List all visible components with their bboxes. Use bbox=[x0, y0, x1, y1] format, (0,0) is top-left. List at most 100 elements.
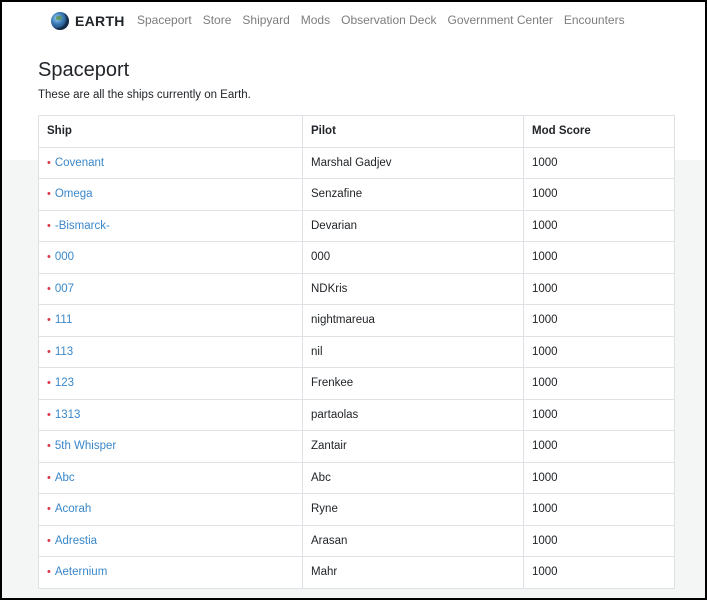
nav-link-spaceport[interactable]: Spaceport bbox=[137, 13, 192, 27]
ships-table: Ship Pilot Mod Score • Covenant Marshal Ga… bbox=[38, 115, 675, 589]
ship-cell: • 111 bbox=[38, 304, 303, 337]
bullet-icon: • bbox=[47, 156, 51, 169]
bullet-icon: • bbox=[47, 188, 51, 201]
nav-link-mods[interactable]: Mods bbox=[301, 13, 330, 27]
pilot-cell: 000 bbox=[302, 241, 524, 274]
mod-score-cell: 1000 bbox=[523, 398, 675, 431]
bullet-icon: • bbox=[47, 440, 51, 453]
table-row: • Adrestia Arasan 1000 bbox=[38, 524, 675, 557]
bullet-icon: • bbox=[47, 503, 51, 516]
ship-link[interactable]: 111 bbox=[55, 314, 72, 326]
ship-link[interactable]: Acorah bbox=[55, 503, 91, 515]
ship-cell: • -Bismarck- bbox=[38, 209, 303, 242]
pilot-cell: Abc bbox=[302, 461, 524, 494]
table-row: • 113 nil 1000 bbox=[38, 335, 675, 368]
mod-score-cell: 1000 bbox=[523, 461, 675, 494]
page-subtitle: These are all the ships currently on Ear… bbox=[38, 89, 251, 101]
brand-home-link[interactable]: EARTH bbox=[51, 11, 125, 31]
mod-score-cell: 1000 bbox=[523, 146, 675, 179]
mod-score-cell: 1000 bbox=[523, 493, 675, 526]
ship-link[interactable]: 113 bbox=[55, 346, 73, 358]
pilot-cell: Mahr bbox=[302, 556, 524, 589]
ship-cell: • Adrestia bbox=[38, 524, 303, 557]
nav-link-store[interactable]: Store bbox=[203, 13, 232, 27]
ships-table-body: • Covenant Marshal Gadjev 1000 • Omega Senzafi… bbox=[38, 146, 675, 589]
pilot-cell: Frenkee bbox=[302, 367, 524, 400]
pilot-cell: partaolas bbox=[302, 398, 524, 431]
table-row: • Aeternium Mahr 1000 bbox=[38, 556, 675, 589]
mod-score-cell: 1000 bbox=[523, 241, 675, 274]
bullet-icon: • bbox=[47, 219, 51, 232]
table-row: • Acorah Ryne 1000 bbox=[38, 493, 675, 526]
ship-cell: • 007 bbox=[38, 272, 303, 305]
bullet-icon: • bbox=[47, 534, 51, 547]
ship-link[interactable]: -Bismarck- bbox=[55, 220, 110, 232]
ship-cell: • Aeternium bbox=[38, 556, 303, 589]
table-row: • 007 NDKris 1000 bbox=[38, 272, 675, 305]
ship-link[interactable]: 5th Whisper bbox=[55, 440, 116, 452]
bullet-icon: • bbox=[47, 471, 51, 484]
bullet-icon: • bbox=[47, 314, 51, 327]
pilot-cell: Zantair bbox=[302, 430, 524, 463]
browser-viewport: EARTH Spaceport Store Shipyard Mods Obse… bbox=[0, 0, 707, 600]
column-header-pilot: Pilot bbox=[302, 115, 524, 148]
bullet-icon: • bbox=[47, 282, 51, 295]
ship-link[interactable]: Covenant bbox=[55, 157, 104, 169]
ship-link[interactable]: Abc bbox=[55, 472, 75, 484]
nav-link-shipyard[interactable]: Shipyard bbox=[242, 13, 289, 27]
earth-globe-icon bbox=[51, 12, 69, 30]
ship-link[interactable]: 007 bbox=[55, 283, 74, 295]
column-header-ship: Ship bbox=[38, 115, 303, 148]
mod-score-cell: 1000 bbox=[523, 178, 675, 211]
ship-cell: • 000 bbox=[38, 241, 303, 274]
ship-cell: • Acorah bbox=[38, 493, 303, 526]
table-row: • 111 nightmareua 1000 bbox=[38, 304, 675, 337]
column-header-mod-score: Mod Score bbox=[523, 115, 675, 148]
ship-cell: • 1313 bbox=[38, 398, 303, 431]
nav-link-encounters[interactable]: Encounters bbox=[564, 13, 625, 27]
table-row: • 123 Frenkee 1000 bbox=[38, 367, 675, 400]
nav-link-government-center[interactable]: Government Center bbox=[447, 13, 552, 27]
bullet-icon: • bbox=[47, 408, 51, 421]
nav-links: Spaceport Store Shipyard Mods Observatio… bbox=[137, 13, 636, 27]
ship-cell: • Covenant bbox=[38, 146, 303, 179]
ship-cell: • 113 bbox=[38, 335, 303, 368]
ship-cell: • 5th Whisper bbox=[38, 430, 303, 463]
table-row: • 5th Whisper Zantair 1000 bbox=[38, 430, 675, 463]
pilot-cell: Arasan bbox=[302, 524, 524, 557]
ship-link[interactable]: 1313 bbox=[55, 409, 81, 421]
table-row: • -Bismarck- Devarian 1000 bbox=[38, 209, 675, 242]
pilot-cell: Marshal Gadjev bbox=[302, 146, 524, 179]
mod-score-cell: 1000 bbox=[523, 367, 675, 400]
ship-link[interactable]: 123 bbox=[55, 377, 74, 389]
page-title: Spaceport bbox=[38, 59, 130, 81]
ship-link[interactable]: 000 bbox=[55, 251, 74, 263]
mod-score-cell: 1000 bbox=[523, 524, 675, 557]
pilot-cell: Devarian bbox=[302, 209, 524, 242]
bullet-icon: • bbox=[47, 345, 51, 358]
mod-score-cell: 1000 bbox=[523, 209, 675, 242]
pilot-cell: nil bbox=[302, 335, 524, 368]
bullet-icon: • bbox=[47, 566, 51, 579]
ship-link[interactable]: Adrestia bbox=[55, 535, 97, 547]
pilot-cell: Ryne bbox=[302, 493, 524, 526]
brand-name: EARTH bbox=[75, 13, 125, 29]
pilot-cell: NDKris bbox=[302, 272, 524, 305]
mod-score-cell: 1000 bbox=[523, 430, 675, 463]
mod-score-cell: 1000 bbox=[523, 272, 675, 305]
table-header-row: Ship Pilot Mod Score bbox=[38, 115, 675, 148]
table-row: • Abc Abc 1000 bbox=[38, 461, 675, 494]
pilot-cell: Senzafine bbox=[302, 178, 524, 211]
table-row: • Covenant Marshal Gadjev 1000 bbox=[38, 146, 675, 179]
mod-score-cell: 1000 bbox=[523, 556, 675, 589]
mod-score-cell: 1000 bbox=[523, 304, 675, 337]
pilot-cell: nightmareua bbox=[302, 304, 524, 337]
table-row: • Omega Senzafine 1000 bbox=[38, 178, 675, 211]
mod-score-cell: 1000 bbox=[523, 335, 675, 368]
nav-link-observation-deck[interactable]: Observation Deck bbox=[341, 13, 436, 27]
ship-cell: • Abc bbox=[38, 461, 303, 494]
ship-cell: • Omega bbox=[38, 178, 303, 211]
ship-link[interactable]: Omega bbox=[55, 188, 93, 200]
ship-link[interactable]: Aeternium bbox=[55, 566, 107, 578]
bullet-icon: • bbox=[47, 251, 51, 264]
